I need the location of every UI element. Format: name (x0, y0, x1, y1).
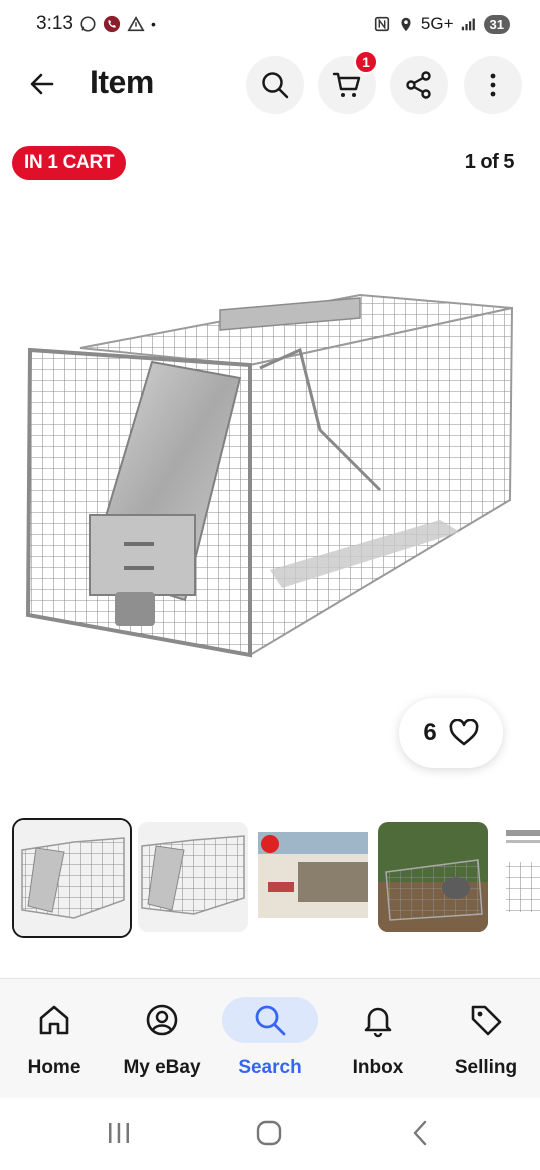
search-icon (255, 1005, 286, 1036)
user-circle-icon (146, 1004, 178, 1036)
home-icon (39, 1005, 69, 1035)
status-right: 5G+ 31 (373, 14, 510, 34)
thumbnail-image (258, 822, 368, 932)
nav-icon-container (438, 997, 534, 1043)
nav-selling[interactable]: Selling (432, 997, 540, 1079)
app-header: Item 1 (0, 50, 540, 116)
signal-icon (461, 18, 475, 31)
tag-icon (471, 1005, 502, 1036)
watch-button[interactable]: 6 (399, 698, 503, 768)
thumbnail-image (498, 822, 540, 932)
nav-search[interactable]: Search (216, 997, 324, 1079)
network-type: 5G+ (420, 14, 454, 33)
image-counter: 1 of 5 (464, 151, 515, 173)
search-icon (262, 72, 289, 99)
search-button[interactable] (246, 56, 304, 114)
bottom-navigation: Home My eBay Search Inbox Selling (0, 978, 540, 1098)
status-left: 3:13 • (36, 13, 156, 35)
more-options-button[interactable] (464, 56, 522, 114)
thumbnail-image (378, 822, 488, 932)
thumbnail-4[interactable] (378, 822, 488, 932)
thumbnail-2[interactable] (138, 822, 248, 932)
thumbnail-strip (12, 818, 540, 938)
nav-my-ebay[interactable]: My eBay (108, 997, 216, 1079)
nav-label: Home (27, 1057, 81, 1078)
status-time: 3:13 (36, 13, 73, 34)
nfc-icon (374, 16, 390, 32)
alert-icon (127, 16, 145, 32)
nav-label: Search (238, 1057, 302, 1078)
heart-icon (449, 719, 479, 746)
nav-label: My eBay (123, 1057, 201, 1078)
location-icon (401, 17, 411, 32)
nav-icon-container (114, 997, 210, 1043)
status-bar: 3:13 • 5G+ 31 (0, 0, 540, 48)
product-image[interactable] (20, 270, 520, 670)
bell-icon (364, 1007, 392, 1038)
nav-home[interactable]: Home (0, 997, 108, 1079)
recent-apps-icon[interactable] (104, 1118, 134, 1148)
thumbnail-1[interactable] (12, 818, 132, 938)
watch-count: 6 (423, 719, 437, 746)
thumbnail-image (138, 822, 248, 932)
nav-icon-container (6, 997, 102, 1043)
thumbnail-image (14, 820, 130, 936)
more-vertical-icon (490, 73, 496, 97)
battery-icon: 31 (483, 14, 510, 34)
thumbnail-3[interactable] (258, 822, 368, 932)
cart-button[interactable]: 1 (318, 50, 378, 114)
nav-inbox[interactable]: Inbox (324, 997, 432, 1079)
nav-icon-container (330, 997, 426, 1043)
nav-label: Selling (454, 1057, 518, 1078)
share-button[interactable] (390, 56, 448, 114)
nav-icon-container (222, 997, 318, 1043)
cart-icon (332, 72, 361, 97)
cart-count-badge: 1 (354, 50, 378, 74)
thumbnail-5[interactable] (498, 822, 540, 932)
whatsapp-icon (80, 16, 96, 32)
back-button[interactable] (22, 64, 62, 104)
page-title: Item (90, 64, 154, 100)
back-arrow-icon (30, 73, 54, 95)
share-icon (406, 71, 431, 99)
dot-indicator: • (150, 16, 156, 32)
call-icon (103, 15, 121, 33)
back-system-icon[interactable] (406, 1118, 436, 1148)
home-system-icon[interactable] (254, 1118, 284, 1148)
in-cart-badge: IN 1 CART (12, 146, 127, 180)
system-navigation-bar (0, 1098, 540, 1170)
nav-label: Inbox (352, 1057, 404, 1078)
